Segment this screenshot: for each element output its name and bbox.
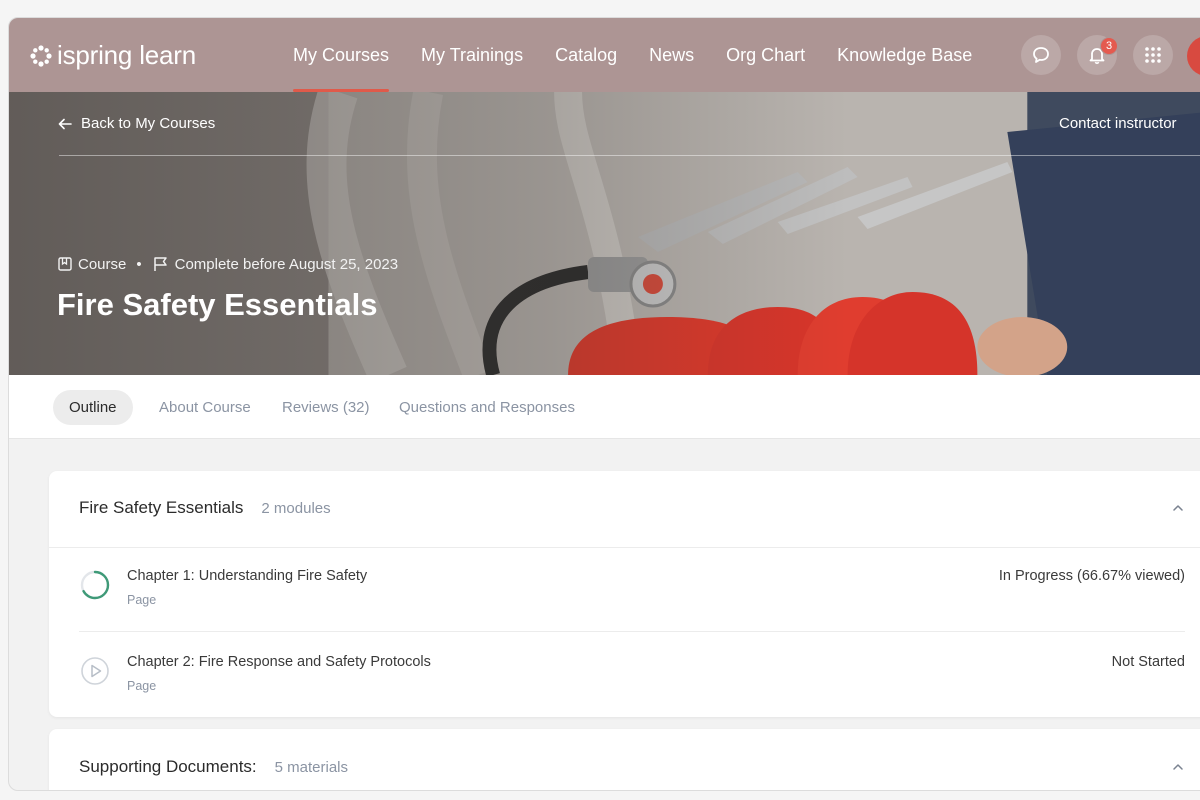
item-status: Not Started xyxy=(1111,654,1185,670)
nav-news[interactable]: News xyxy=(633,18,710,92)
top-navigation-bar: ispring learn My Courses My Trainings Ca… xyxy=(9,18,1200,92)
nav-my-courses[interactable]: My Courses xyxy=(277,18,405,92)
book-icon xyxy=(58,257,72,271)
section-module-count: 2 modules xyxy=(261,500,331,517)
progress-ring-icon xyxy=(80,570,110,600)
contact-instructor-link[interactable]: Contact instructor xyxy=(1059,115,1177,132)
play-circle-icon xyxy=(81,657,109,685)
section-header[interactable]: Supporting Documents: 5 materials xyxy=(79,757,348,777)
ispring-logo-icon xyxy=(30,44,52,67)
apps-grid-icon xyxy=(1145,47,1161,63)
hero-overlay xyxy=(9,92,1200,375)
section-title: Fire Safety Essentials xyxy=(79,498,244,517)
item-title: Chapter 2: Fire Response and Safety Prot… xyxy=(127,654,431,670)
logo[interactable]: ispring learn xyxy=(29,40,196,71)
main-nav: My Courses My Trainings Catalog News Org… xyxy=(277,18,988,92)
list-item[interactable]: Chapter 2: Fire Response and Safety Prot… xyxy=(79,631,1185,713)
chevron-up-icon[interactable] xyxy=(1171,760,1185,774)
section-card-supporting-documents: Supporting Documents: 5 materials xyxy=(49,729,1200,790)
tab-reviews[interactable]: Reviews (32) xyxy=(266,390,386,425)
course-meta: Course • Complete before August 25, 2023 xyxy=(57,255,398,273)
section-card-fire-safety-essentials: Fire Safety Essentials 2 modules Chapter… xyxy=(49,471,1200,717)
flag-icon xyxy=(153,257,167,271)
nav-knowledge-base[interactable]: Knowledge Base xyxy=(821,18,988,92)
item-title: Chapter 1: Understanding Fire Safety xyxy=(127,568,368,584)
tab-about-course[interactable]: About Course xyxy=(143,390,267,425)
list-item[interactable]: Chapter 1: Understanding Fire Safety Pag… xyxy=(79,548,1185,630)
course-title: Fire Safety Essentials xyxy=(57,287,378,322)
nav-org-chart[interactable]: Org Chart xyxy=(710,18,821,92)
chat-bubble-icon xyxy=(1033,47,1049,63)
course-type-label: Course xyxy=(78,255,127,273)
logo-text: ispring learn xyxy=(57,40,197,70)
chevron-up-icon[interactable] xyxy=(1171,501,1185,515)
messages-button[interactable] xyxy=(1021,35,1061,75)
deadline-label: Complete before August 25, 2023 xyxy=(174,255,399,273)
tab-questions-and-responses[interactable]: Questions and Responses xyxy=(383,390,591,425)
item-type: Page xyxy=(127,679,157,693)
item-type: Page xyxy=(127,593,157,607)
course-tabs: Outline About Course Reviews (32) Questi… xyxy=(9,375,1200,439)
section-title: Supporting Documents: xyxy=(79,757,257,776)
nav-my-trainings[interactable]: My Trainings xyxy=(405,18,539,92)
apps-menu-button[interactable] xyxy=(1133,35,1173,75)
course-hero-banner: Back to My Courses Contact instructor Co… xyxy=(9,92,1200,375)
meta-separator: • xyxy=(136,255,142,273)
nav-icon-group: 3 xyxy=(1021,35,1173,75)
tab-outline[interactable]: Outline xyxy=(53,390,133,425)
notification-count-badge: 3 xyxy=(1100,37,1118,55)
section-material-count: 5 materials xyxy=(274,759,349,776)
section-header[interactable]: Fire Safety Essentials 2 modules xyxy=(79,498,331,518)
avatar[interactable] xyxy=(1187,36,1200,76)
app-window: ispring learn My Courses My Trainings Ca… xyxy=(8,17,1200,791)
arrow-left-icon xyxy=(58,118,72,129)
notifications-button[interactable]: 3 xyxy=(1077,35,1118,75)
back-link-label: Back to My Courses xyxy=(81,115,216,132)
item-status: In Progress (66.67% viewed) xyxy=(998,568,1185,584)
hero-divider xyxy=(59,155,1200,156)
back-to-my-courses-link[interactable]: Back to My Courses xyxy=(57,115,215,132)
nav-catalog[interactable]: Catalog xyxy=(539,18,633,92)
